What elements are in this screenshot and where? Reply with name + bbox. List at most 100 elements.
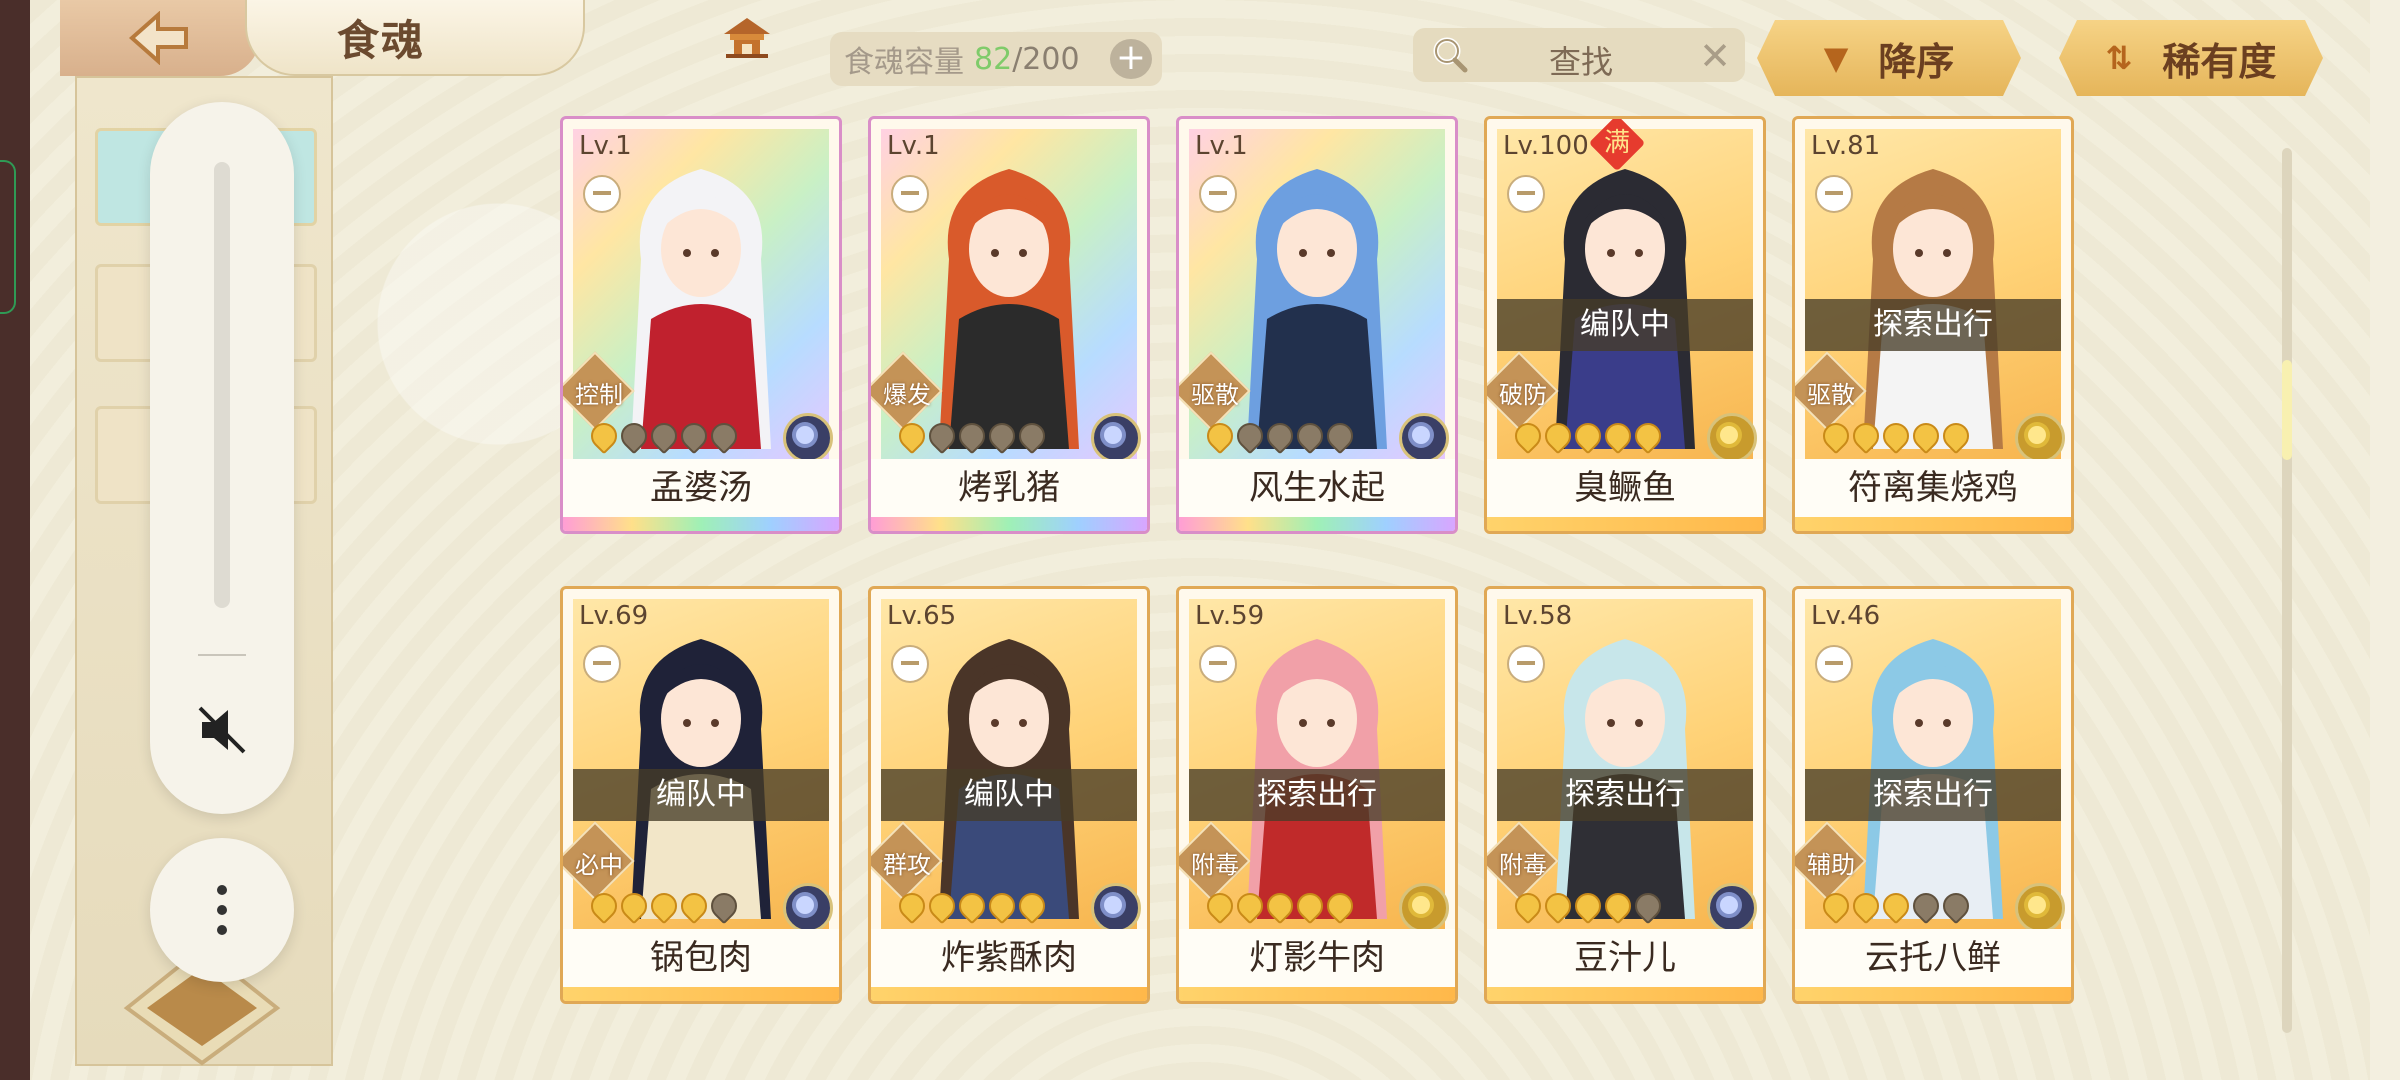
star-rating xyxy=(1817,417,1975,455)
star-icon xyxy=(1629,887,1667,925)
food-soul-card[interactable]: Lv.58 探索出行 附毒 豆汁儿 xyxy=(1484,586,1766,1004)
card-art: Lv.81 探索出行 驱散 xyxy=(1795,129,2065,463)
food-soul-card[interactable]: Lv.1 驱散 风生水起 xyxy=(1176,116,1458,534)
card-art: Lv.69 编队中 必中 xyxy=(563,599,833,933)
star-icon xyxy=(1013,417,1051,455)
skill-tag: 辅助 xyxy=(1807,851,1855,879)
star-icon xyxy=(1201,887,1239,925)
card-status: 探索出行 xyxy=(1805,299,2061,351)
food-soul-card[interactable]: Lv.1 爆发 烤乳猪 xyxy=(868,116,1150,534)
card-rarity-strip xyxy=(563,987,839,1001)
card-name: 云托八鲜 xyxy=(1795,929,2071,987)
card-rarity-strip xyxy=(871,987,1147,1001)
card-level: Lv.1 xyxy=(579,131,632,161)
star-icon xyxy=(645,417,683,455)
triangle-down-icon: ▼ xyxy=(1823,39,1849,77)
volume-track[interactable] xyxy=(214,162,230,608)
pavilion-home-icon[interactable] xyxy=(722,16,772,60)
star-icon xyxy=(615,887,653,925)
skill-tag: 驱散 xyxy=(1191,381,1239,409)
element-badge-icon xyxy=(1707,883,1757,933)
page-title: 食魂 xyxy=(337,15,426,65)
role-icon xyxy=(583,175,621,213)
search-button[interactable]: 查找 ✕ xyxy=(1413,28,1745,82)
scrollbar-thumb[interactable] xyxy=(2282,360,2292,460)
card-rarity-strip xyxy=(563,517,839,531)
volume-slider-panel[interactable] xyxy=(150,102,294,814)
card-level: Lv.69 xyxy=(579,601,649,631)
role-icon xyxy=(891,175,929,213)
star-icon xyxy=(1937,887,1975,925)
element-badge-icon xyxy=(1707,413,1757,463)
card-art: Lv.100 满编队中 破防 xyxy=(1487,119,1757,463)
food-soul-card[interactable]: Lv.81 探索出行 驱散 符离集烧鸡 xyxy=(1792,116,2074,534)
card-name: 符离集烧鸡 xyxy=(1795,459,2071,517)
star-icon xyxy=(1817,417,1855,455)
card-name: 孟婆汤 xyxy=(563,459,839,517)
food-soul-card[interactable]: Lv.69 编队中 必中 锅包肉 xyxy=(560,586,842,1004)
star-rating xyxy=(1201,887,1359,925)
star-icon xyxy=(1321,887,1359,925)
skill-tag: 必中 xyxy=(575,851,623,879)
role-icon xyxy=(891,645,929,683)
element-badge-icon xyxy=(1399,413,1449,463)
clear-search-button[interactable]: ✕ xyxy=(1699,34,1731,78)
star-icon xyxy=(1291,887,1329,925)
star-icon xyxy=(983,417,1021,455)
star-icon xyxy=(585,887,623,925)
element-badge-icon xyxy=(783,883,833,933)
card-name: 烤乳猪 xyxy=(871,459,1147,517)
more-options-button[interactable] xyxy=(150,838,294,982)
card-status: 编队中 xyxy=(881,769,1137,821)
role-icon xyxy=(1815,645,1853,683)
max-level-text: 满 xyxy=(1603,127,1631,158)
card-rarity-strip xyxy=(1795,517,2071,531)
food-soul-card[interactable]: Lv.65 编队中 群攻 炸紫酥肉 xyxy=(868,586,1150,1004)
card-status: 探索出行 xyxy=(1189,769,1445,821)
star-icon xyxy=(953,417,991,455)
star-icon xyxy=(1231,887,1269,925)
star-icon xyxy=(1509,417,1547,455)
star-icon xyxy=(675,887,713,925)
star-icon xyxy=(705,417,743,455)
role-icon xyxy=(583,645,621,683)
star-icon xyxy=(705,887,743,925)
magnifier-icon xyxy=(1433,37,1468,73)
skill-tag: 附毒 xyxy=(1191,851,1239,879)
star-rating xyxy=(1201,417,1359,455)
more-vertical-icon xyxy=(217,885,227,935)
scrollbar[interactable] xyxy=(2282,148,2292,1033)
card-rarity-strip xyxy=(871,517,1147,531)
speaker-muted-icon[interactable] xyxy=(194,702,250,758)
capacity-label: 食魂容量 xyxy=(844,45,964,80)
skill-tag: 驱散 xyxy=(1807,381,1855,409)
back-button[interactable] xyxy=(60,0,260,76)
star-rating xyxy=(1509,887,1667,925)
card-level: Lv.1 xyxy=(887,131,940,161)
card-status: 探索出行 xyxy=(1497,769,1753,821)
card-level: Lv.58 xyxy=(1503,601,1573,631)
sort-order-label: 降序 xyxy=(1878,39,1955,84)
element-badge-icon xyxy=(783,413,833,463)
role-icon xyxy=(1507,645,1545,683)
food-soul-card[interactable]: Lv.100 满编队中 破防 臭鳜鱼 xyxy=(1484,116,1766,534)
star-icon xyxy=(1907,417,1945,455)
card-art: Lv.1 爆发 xyxy=(871,129,1141,463)
food-soul-card[interactable]: Lv.46 探索出行 辅助 云托八鲜 xyxy=(1792,586,2074,1004)
card-level: Lv.46 xyxy=(1811,601,1881,631)
search-label: 查找 xyxy=(1549,43,1614,81)
card-level: Lv.1 xyxy=(1195,131,1248,161)
sort-by-button[interactable]: ⇅ 稀有度 xyxy=(2059,20,2323,96)
star-icon xyxy=(1321,417,1359,455)
star-rating xyxy=(893,887,1051,925)
star-icon xyxy=(893,417,931,455)
capacity-current: 82 xyxy=(974,41,1013,77)
capacity-separator: / xyxy=(1012,41,1023,77)
sort-order-button[interactable]: ▼ 降序 xyxy=(1757,20,2021,96)
card-art: Lv.46 探索出行 辅助 xyxy=(1795,599,2065,933)
card-art: Lv.65 编队中 群攻 xyxy=(871,599,1141,933)
star-icon xyxy=(1231,417,1269,455)
food-soul-card[interactable]: Lv.59 探索出行 附毒 灯影牛肉 xyxy=(1176,586,1458,1004)
food-soul-card[interactable]: Lv.1 控制 孟婆汤 xyxy=(560,116,842,534)
expand-capacity-button[interactable]: + xyxy=(1110,39,1152,79)
